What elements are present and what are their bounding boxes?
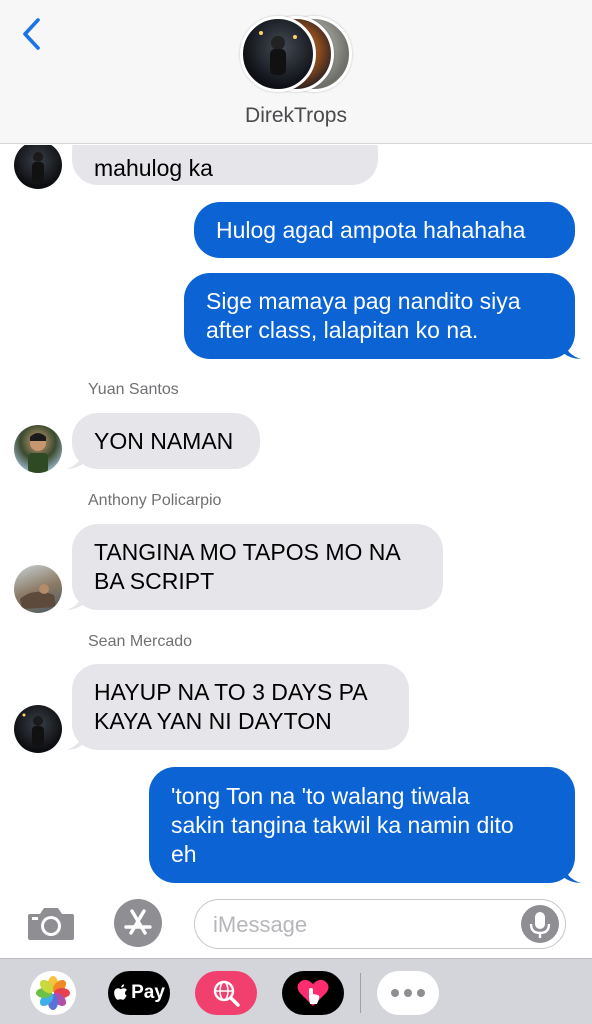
message-bubble-incoming[interactable]: YON NAMAN bbox=[66, 413, 260, 469]
message-text-line: sakin tangina takwil ka namin dito bbox=[171, 811, 514, 838]
more-apps-button[interactable] bbox=[377, 971, 439, 1015]
sender-avatar[interactable] bbox=[14, 705, 62, 753]
camera-button[interactable] bbox=[24, 900, 78, 946]
photos-icon bbox=[36, 976, 70, 1010]
message-bubble-outgoing[interactable]: Sige mamaya pag nandito siya after class… bbox=[184, 273, 581, 359]
group-avatar-stack[interactable] bbox=[240, 16, 354, 92]
message-list[interactable]: mahulog ka Hulog agad ampota hahahaha Si… bbox=[0, 145, 592, 890]
bubble-tail bbox=[66, 592, 84, 610]
drawer-divider bbox=[360, 973, 361, 1013]
imessage-input[interactable]: iMessage bbox=[194, 899, 566, 949]
sender-avatar[interactable] bbox=[14, 145, 62, 189]
message-bubble-incoming[interactable]: mahulog ka bbox=[72, 145, 378, 185]
chevron-left-icon bbox=[23, 18, 40, 50]
sender-avatar[interactable] bbox=[14, 565, 62, 613]
compose-bar: iMessage bbox=[0, 890, 592, 958]
bubble-tail bbox=[66, 451, 84, 469]
message-text-line: eh bbox=[171, 840, 197, 867]
message-text: Hulog agad ampota hahahaha bbox=[216, 216, 526, 243]
apple-pay-label: Pay bbox=[131, 982, 165, 1003]
apple-pay-button[interactable]: Pay bbox=[108, 971, 170, 1015]
app-store-icon bbox=[114, 899, 162, 947]
message-text: YON NAMAN bbox=[94, 427, 234, 454]
digital-touch-button[interactable] bbox=[282, 971, 344, 1015]
microphone-button[interactable] bbox=[521, 905, 559, 943]
app-drawer: Pay bbox=[0, 958, 592, 1024]
message-text: mahulog ka bbox=[94, 154, 213, 181]
sender-name: Yuan Santos bbox=[88, 381, 179, 398]
web-search-button[interactable] bbox=[195, 971, 257, 1015]
message-text-line: BA SCRIPT bbox=[94, 568, 215, 594]
message-text-line: 'tong Ton na 'to walang tiwala bbox=[171, 782, 470, 809]
message-bubble-incoming[interactable]: TANGINA MO TAPOS MO NA BA SCRIPT bbox=[66, 524, 443, 610]
apple-icon bbox=[114, 984, 128, 1000]
app-store-button[interactable] bbox=[112, 897, 164, 949]
message-text-line: after class, lalapitan ko na. bbox=[206, 317, 479, 343]
heart-touch-icon bbox=[297, 979, 329, 1006]
bubble-tail bbox=[563, 341, 581, 359]
photos-app-button[interactable] bbox=[30, 971, 76, 1015]
message-text-line: HAYUP NA TO 3 DAYS PA bbox=[94, 679, 368, 705]
bubble-tail bbox=[563, 865, 581, 883]
globe-search-icon bbox=[213, 980, 240, 1007]
sender-name: Anthony Policarpio bbox=[88, 492, 222, 509]
sender-avatar[interactable] bbox=[14, 425, 62, 473]
message-text-line: TANGINA MO TAPOS MO NA bbox=[94, 539, 401, 565]
group-member-avatar bbox=[240, 16, 316, 92]
camera-icon bbox=[28, 908, 74, 940]
more-dots-icon bbox=[391, 989, 425, 997]
message-bubble-outgoing[interactable]: 'tong Ton na 'to walang tiwala sakin tan… bbox=[149, 767, 581, 883]
message-text-line: Sige mamaya pag nandito siya bbox=[206, 288, 521, 314]
group-name[interactable]: DirekTrops bbox=[0, 104, 592, 128]
sender-name: Sean Mercado bbox=[88, 633, 193, 650]
imessage-placeholder: iMessage bbox=[213, 912, 308, 937]
conversation-header: DirekTrops bbox=[0, 0, 592, 144]
microphone-icon bbox=[529, 912, 551, 938]
bubble-tail bbox=[66, 732, 84, 750]
message-text-line: KAYA YAN NI DAYTON bbox=[94, 708, 332, 734]
message-bubble-outgoing[interactable]: Hulog agad ampota hahahaha bbox=[194, 202, 575, 258]
back-button[interactable] bbox=[14, 14, 54, 54]
message-bubble-incoming[interactable]: HAYUP NA TO 3 DAYS PA KAYA YAN NI DAYTON bbox=[66, 664, 409, 750]
